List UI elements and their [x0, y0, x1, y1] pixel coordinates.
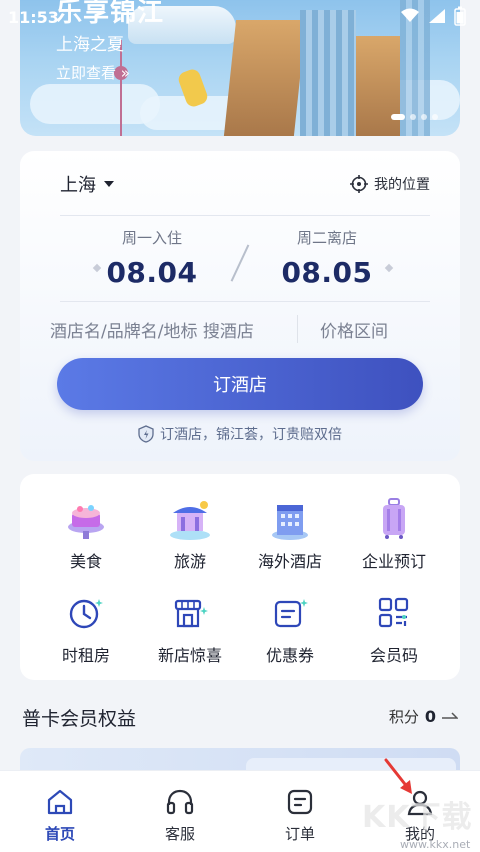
luggage-icon [370, 496, 418, 542]
nav-label: 客服 [164, 825, 195, 843]
service-label: 时租房 [61, 646, 110, 665]
promise-text: 订酒店，锦江荟，订贵赔双倍 [160, 427, 342, 443]
service-enterprise-booking[interactable]: 企业预订 [342, 496, 446, 572]
booking-card: 上海 我的位置 周一入住 08.04 周二离店 08.05 酒店名/品牌名/地标… [20, 151, 460, 461]
banner-title: 乐享锦江 [56, 0, 165, 28]
checkin-label: 周一入住 [121, 229, 182, 247]
status-time: 11:53 [8, 8, 59, 27]
hotel-search-input[interactable]: 酒店名/品牌名/地标 搜酒店 [50, 317, 254, 342]
nav-home[interactable]: 首页 [20, 787, 100, 844]
travel-pavilion-icon [166, 496, 214, 542]
watermark-url: www.kkx.net [400, 838, 471, 851]
service-new-store[interactable]: 新店惊喜 [138, 590, 242, 666]
food-cake-icon [62, 496, 110, 542]
service-coupon[interactable]: 优惠券 [238, 590, 342, 666]
divider [60, 301, 430, 302]
my-location-label: 我的位置 [374, 177, 430, 193]
banner-subtitle: 上海之夏 [56, 35, 124, 55]
checkout-label: 周二离店 [296, 229, 357, 247]
clock-icon [62, 590, 110, 636]
booking-promise: 订酒店，锦江荟，订贵赔双倍 [20, 424, 460, 444]
carousel-dot [432, 114, 438, 120]
status-icons [400, 6, 466, 26]
divider [297, 315, 298, 343]
arrow-right-icon [442, 711, 458, 719]
checkout-date: 08.05 [281, 256, 373, 289]
signal-icon [429, 9, 445, 23]
nav-label: 首页 [44, 825, 75, 843]
locate-crosshair-icon [350, 175, 368, 193]
building-illustration [356, 36, 400, 136]
my-location-button[interactable]: 我的位置 [350, 174, 430, 194]
caret-down-icon [104, 181, 114, 187]
battery-icon [454, 6, 466, 26]
carousel-dot [391, 114, 405, 120]
points-link[interactable]: 积分 0 [389, 706, 458, 727]
service-label: 海外酒店 [257, 552, 322, 571]
watermark: KK下载 [362, 800, 473, 835]
nav-customer-service[interactable]: 客服 [140, 787, 220, 844]
wifi-icon [401, 8, 419, 22]
service-label: 旅游 [173, 552, 206, 571]
checkout-date-picker[interactable]: 周二离店 08.05 [252, 227, 402, 289]
service-hourly-room[interactable]: 时租房 [34, 590, 138, 666]
service-member-code[interactable]: 会员码 [342, 590, 446, 666]
service-food[interactable]: 美食 [34, 496, 138, 572]
service-label: 新店惊喜 [157, 646, 222, 665]
new-store-icon [166, 590, 214, 636]
service-grid: 美食 旅游 海外酒店 企业预订 时租房 新店惊喜 优惠券 会员码 [20, 474, 460, 680]
nav-orders[interactable]: 订单 [260, 787, 340, 844]
city-selector[interactable]: 上海 [60, 171, 114, 197]
order-icon [260, 787, 340, 817]
service-overseas-hotel[interactable]: 海外酒店 [238, 496, 342, 572]
building-illustration [223, 20, 307, 136]
service-label: 会员码 [369, 646, 418, 665]
points-label: 积分 [388, 708, 419, 726]
shield-icon [138, 425, 154, 443]
headset-icon [140, 787, 220, 817]
service-travel[interactable]: 旅游 [138, 496, 242, 572]
book-hotel-button[interactable]: 订酒店 [57, 358, 423, 410]
home-icon [20, 787, 100, 817]
banner-view-link[interactable]: 立即查看 » [56, 62, 130, 83]
building-illustration [300, 10, 356, 136]
qr-code-icon [370, 590, 418, 636]
price-range-selector[interactable]: 价格区间 [320, 317, 388, 342]
service-label: 企业预订 [361, 552, 426, 571]
coupon-icon [266, 590, 314, 636]
checkin-date-picker[interactable]: 周一入住 08.04 [77, 227, 227, 289]
carousel-indicator [391, 114, 438, 120]
overseas-hotel-icon [266, 496, 314, 542]
city-name: 上海 [60, 175, 96, 196]
nav-label: 订单 [284, 825, 315, 843]
promo-banner[interactable]: 乐享锦江 上海之夏 立即查看 » [20, 0, 460, 136]
date-separator [230, 244, 249, 282]
service-label: 优惠券 [265, 646, 314, 665]
service-label: 美食 [69, 552, 102, 571]
divider [60, 215, 430, 216]
carousel-dot [410, 114, 416, 120]
carousel-dot [421, 114, 427, 120]
points-value: 0 [424, 707, 436, 726]
member-benefits-title: 普卡会员权益 [22, 708, 137, 730]
checkin-date: 08.04 [106, 256, 198, 289]
